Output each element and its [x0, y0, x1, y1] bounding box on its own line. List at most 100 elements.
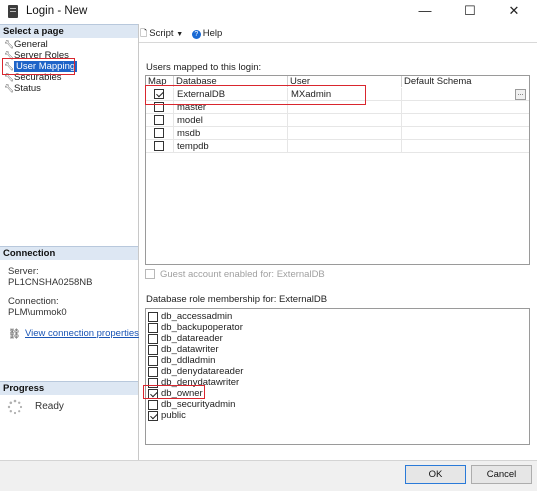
user-cell[interactable] [288, 101, 402, 114]
role-checkbox[interactable] [148, 400, 158, 410]
users-mapped-grid: Map Database User Default Schema Externa… [145, 75, 530, 265]
user-cell[interactable] [288, 127, 402, 140]
help-label: Help [202, 28, 223, 39]
ok-button[interactable]: OK [405, 465, 466, 484]
progress-status: Ready [35, 401, 64, 412]
map-cell[interactable] [146, 88, 174, 101]
column-header-default-schema[interactable]: Default Schema [402, 76, 529, 87]
page-item-label: User Mapping [14, 61, 78, 72]
script-label: Script [149, 28, 174, 39]
role-checkbox[interactable] [148, 356, 158, 366]
table-row[interactable]: model [146, 114, 529, 127]
role-checkbox[interactable] [148, 389, 158, 399]
map-checkbox[interactable] [154, 141, 164, 151]
page-item-general[interactable]: 🔧︎General [4, 39, 48, 50]
schema-cell[interactable] [402, 101, 529, 114]
window-title: Login - New [26, 5, 88, 17]
role-label: public [161, 410, 186, 421]
role-checkbox[interactable] [148, 334, 158, 344]
browse-schema-button[interactable]: ... [515, 89, 526, 100]
page-item-status[interactable]: 🔧︎Status [4, 83, 41, 94]
app-icon [8, 5, 18, 18]
role-label: db_owner [161, 388, 203, 399]
role-checkbox[interactable] [148, 367, 158, 377]
wrench-icon: 🔧︎ [4, 40, 15, 49]
connection-value: PLM\ummok0 [8, 307, 67, 318]
schema-cell[interactable]: ... [402, 88, 529, 101]
user-cell[interactable] [288, 140, 402, 153]
script-button[interactable]: 🗋︎ Script ▼ [140, 26, 183, 42]
guest-account-label: Guest account enabled for: ExternalDB [160, 269, 325, 280]
minimize-button[interactable]: — [403, 0, 447, 24]
map-cell[interactable] [146, 127, 174, 140]
view-connection-properties-link[interactable]: View connection properties [25, 328, 139, 339]
user-cell[interactable] [288, 114, 402, 127]
role-label: db_securityadmin [161, 399, 236, 410]
bottom-bar: OK Cancel [0, 460, 537, 491]
role-label: db_denydatareader [161, 366, 244, 377]
cancel-button[interactable]: Cancel [471, 465, 532, 484]
column-header-database[interactable]: Database [174, 76, 288, 87]
chevron-down-icon: ▼ [176, 31, 184, 38]
page-item-server-roles[interactable]: 🔧︎Server Roles [4, 50, 69, 61]
role-label: db_accessadmin [161, 311, 233, 322]
wrench-icon: 🔧︎ [4, 62, 15, 71]
page-item-label: Securables [14, 72, 62, 83]
wrench-icon: 🔧︎ [4, 73, 15, 82]
role-label: db_denydatawriter [161, 377, 240, 388]
page-item-securables[interactable]: 🔧︎Securables [4, 72, 62, 83]
role-membership-list: db_accessadmin db_backupoperator db_data… [145, 308, 530, 445]
role-checkbox[interactable] [148, 312, 158, 322]
table-row[interactable]: msdb [146, 127, 529, 140]
database-cell: master [174, 101, 288, 114]
role-checkbox[interactable] [148, 378, 158, 388]
schema-cell[interactable] [402, 140, 529, 153]
table-row[interactable]: master [146, 101, 529, 114]
role-label: db_ddladmin [161, 355, 216, 366]
help-button[interactable]: ? Help [191, 28, 223, 39]
page-item-user-mapping[interactable]: 🔧︎ User Mapping [4, 61, 78, 72]
server-value: PL1CNSHA0258NB [8, 277, 93, 288]
page-item-label: Server Roles [14, 50, 69, 61]
map-checkbox[interactable] [154, 115, 164, 125]
role-checkbox[interactable] [148, 323, 158, 333]
database-cell: tempdb [174, 140, 288, 153]
map-checkbox[interactable] [154, 128, 164, 138]
connection-properties-icon: ⛓︎ [8, 329, 21, 340]
connection-label: Connection: [8, 296, 59, 307]
schema-cell[interactable] [402, 114, 529, 127]
progress-spinner-icon [7, 399, 23, 415]
wrench-icon: 🔧︎ [4, 84, 15, 93]
map-cell[interactable] [146, 101, 174, 114]
map-checkbox[interactable] [154, 102, 164, 112]
wrench-icon: 🔧︎ [4, 51, 15, 60]
database-cell: model [174, 114, 288, 127]
database-cell: msdb [174, 127, 288, 140]
role-checkbox[interactable] [148, 345, 158, 355]
column-header-user[interactable]: User [288, 76, 402, 87]
role-label: db_backupoperator [161, 322, 243, 333]
title-bar: Login - New — ☐ ✕ [0, 0, 537, 24]
maximize-button[interactable]: ☐ [448, 0, 492, 24]
map-checkbox[interactable] [154, 89, 164, 99]
select-page-header: Select a page [0, 24, 138, 38]
user-cell[interactable]: MXadmin [288, 88, 402, 101]
guest-account-checkbox[interactable] [145, 269, 155, 279]
connection-header: Connection [0, 246, 138, 260]
toolbar: 🗋︎ Script ▼ ? Help [140, 26, 228, 40]
table-row[interactable]: tempdb [146, 140, 529, 153]
role-label: db_datareader [161, 333, 223, 344]
map-cell[interactable] [146, 140, 174, 153]
role-membership-title: Database role membership for: ExternalDB [146, 294, 328, 305]
close-button[interactable]: ✕ [492, 0, 536, 24]
users-mapped-title: Users mapped to this login: [146, 62, 262, 73]
table-row[interactable]: ExternalDB MXadmin ... [146, 88, 529, 101]
server-label: Server: [8, 266, 39, 277]
database-cell: ExternalDB [174, 88, 288, 101]
schema-cell[interactable] [402, 127, 529, 140]
role-checkbox[interactable] [148, 411, 158, 421]
column-header-map[interactable]: Map [146, 76, 174, 87]
help-icon: ? [191, 30, 201, 39]
map-cell[interactable] [146, 114, 174, 127]
script-icon: 🗋︎ [140, 28, 148, 38]
